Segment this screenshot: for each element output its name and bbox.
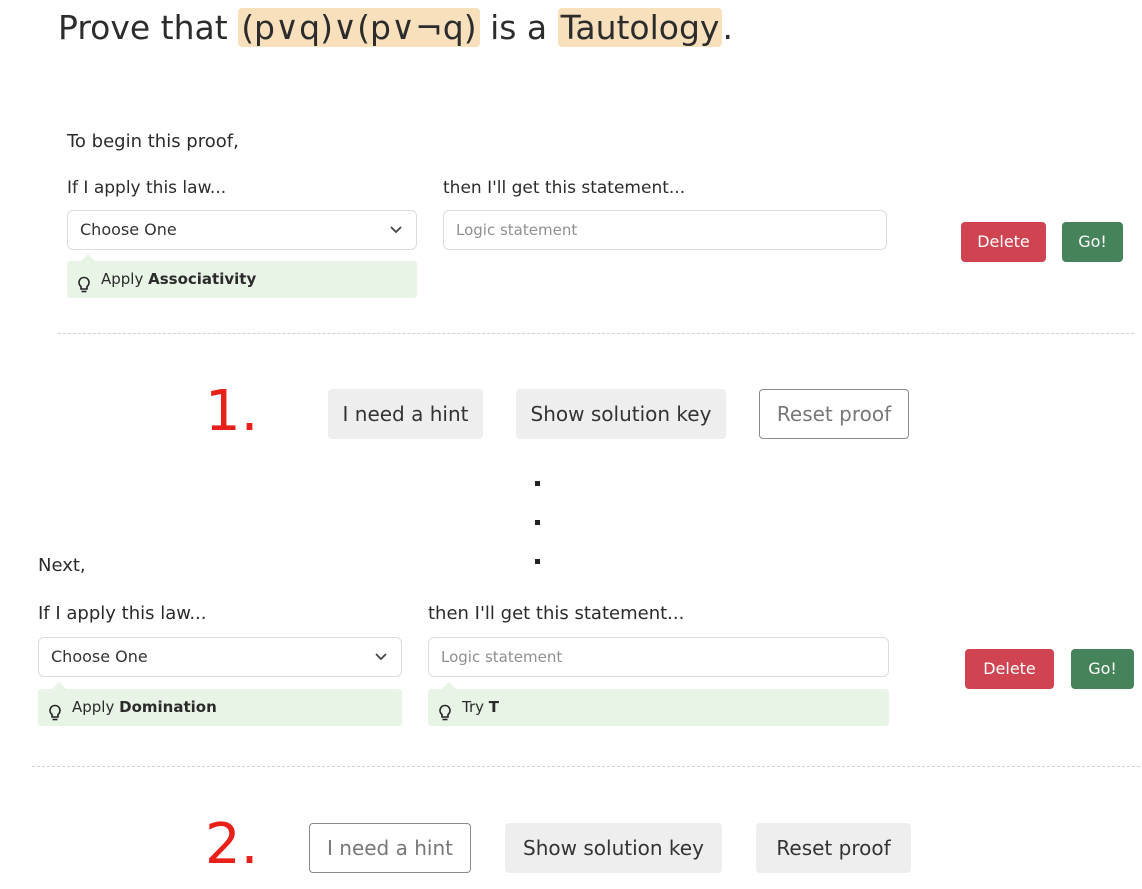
step2-go-button[interactable]: Go! [1071,649,1134,689]
step2-statement-hint-value: T [488,698,500,716]
reset-proof-button-1[interactable]: Reset proof [759,389,909,439]
step1-separator [58,333,1134,334]
title-suffix: . [722,8,733,47]
hint-button-2[interactable]: I need a hint [309,823,471,873]
ellipsis-dot [535,559,540,564]
step1-law-label: If I apply this law... [67,178,227,198]
chevron-down-icon [375,638,387,691]
ellipsis-dot [535,481,540,486]
step2-statement-label: then I'll get this statement... [428,603,685,624]
step1-law-hint-prefix: Apply [101,270,149,288]
step1-law-select[interactable]: Choose One [67,210,417,250]
step2-statement-hint-prefix: Try [462,698,489,716]
chevron-down-icon [390,211,402,264]
step1-statement-placeholder: Logic statement [456,221,578,239]
hint-button-1[interactable]: I need a hint [328,389,483,439]
step1-statement-input[interactable]: Logic statement [443,210,887,250]
ellipsis-dot [535,520,540,525]
step2-law-label: If I apply this law... [38,603,207,624]
lightbulb-icon [437,699,453,721]
step2-delete-button[interactable]: Delete [965,649,1054,689]
step1-law-hint: Apply Associativity [67,254,417,298]
solution-key-button-2[interactable]: Show solution key [505,823,722,873]
lightbulb-icon [76,271,92,293]
lightbulb-icon [47,699,63,721]
title-target: Tautology [557,8,723,47]
solution-key-button-1[interactable]: Show solution key [516,389,726,439]
step1-law-select-value: Choose One [80,220,177,239]
page-title: Prove that (p∨q)∨(p∨¬q) is a Tautology. [58,6,733,50]
step1-statement-label: then I'll get this statement... [443,178,686,198]
title-expression: (p∨q)∨(p∨¬q) [238,8,480,47]
step1-law-hint-value: Associativity [148,270,257,288]
step2-law-hint-prefix: Apply [72,698,120,716]
step2-statement-input[interactable]: Logic statement [428,637,889,677]
step1-delete-button[interactable]: Delete [961,222,1046,262]
step-number-1: 1. [205,379,259,444]
step2-law-select[interactable]: Choose One [38,637,402,677]
title-middle: is a [479,8,558,47]
step2-statement-placeholder: Logic statement [441,648,563,666]
reset-proof-button-2[interactable]: Reset proof [756,823,911,873]
step2-separator [32,766,1140,767]
title-prefix: Prove that [58,8,239,47]
step1-intro: To begin this proof, [67,131,239,152]
step-number-2: 2. [205,812,259,877]
step2-statement-hint: Try T [428,682,889,726]
step2-intro: Next, [38,555,86,576]
step2-law-select-value: Choose One [51,647,148,666]
step2-law-hint: Apply Domination [38,682,402,726]
step2-law-hint-value: Domination [119,698,217,716]
step1-go-button[interactable]: Go! [1062,222,1123,262]
